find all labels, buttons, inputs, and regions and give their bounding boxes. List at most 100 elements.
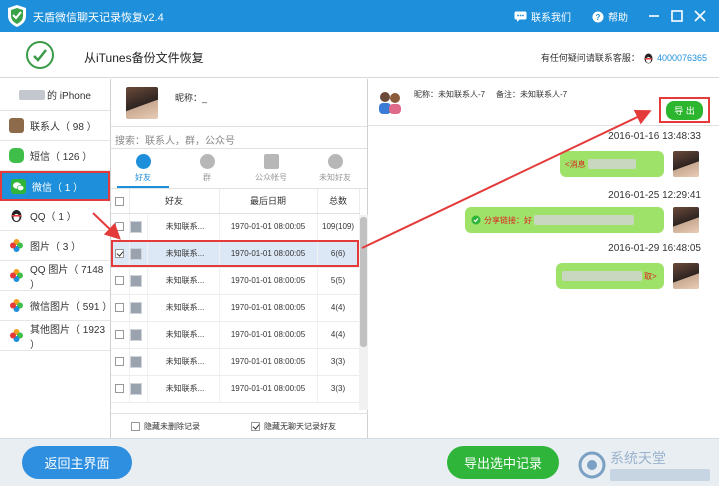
contact-avatar [129,274,142,287]
sidebar-item-photos[interactable]: 图片（ 3 ） [0,231,110,261]
table-row[interactable]: 未知联系... 1970-01-01 08:00:05 109(109) [111,213,360,241]
sidebar-item-qq-photos[interactable]: QQ 图片（ 7148 ） [0,261,110,291]
photos-icon [10,239,23,252]
support-info: 有任何疑问请联系客服： 4000076365 [541,51,707,64]
table-row[interactable]: 未知联系... 1970-01-01 08:00:05 4(4) [111,321,360,349]
message-timestamp: 2016-01-16 13:48:33 [608,131,701,142]
redacted-content [587,159,636,169]
select-all-checkbox[interactable] [115,196,125,206]
row-checkbox[interactable] [115,249,125,259]
tab-unknown-friends[interactable]: 未知好友 [303,149,367,188]
sidebar-item-wechat-photos[interactable]: 微信图片（ 591 ） [0,291,112,321]
export-selected-button[interactable]: 导出选中记录 [447,446,559,479]
person-icon [135,154,151,169]
row-checkbox[interactable] [115,222,125,232]
sidebar-item-other-photos[interactable]: 其他图片（ 1923 ） [0,321,110,351]
contact-date: 1970-01-01 08:00:05 [219,294,318,322]
sender-avatar [673,263,699,289]
back-to-main-button[interactable]: 返回主界面 [22,446,132,479]
shield-logo-icon [8,5,26,27]
hide-empty-checkbox[interactable] [251,421,260,431]
chat-contact-nickname: 昵称：未知联系人-7 [414,90,486,99]
contact-us-label: 联系我们 [531,13,571,24]
hide-deleted-toggle[interactable]: 隐藏未删除记录 [131,421,200,432]
contact-count: 3(3) [317,348,360,376]
app-title: 天盾微信聊天记录恢复v2.4 [33,12,164,24]
contact-tabs: 好友 群 公众帐号 未知好友 [111,149,367,189]
contact-count: 4(4) [317,294,360,322]
col-last-date: 最后日期 [219,189,318,214]
col-friend: 好友 [129,189,220,214]
hide-deleted-checkbox[interactable] [131,421,140,431]
sms-icon [9,148,24,163]
minimize-icon[interactable] [645,6,663,26]
help-button[interactable]: ? 帮助 [592,9,628,24]
title-bar: 天盾微信聊天记录恢复v2.4 联系我们 ? 帮助 [0,0,719,32]
contact-date: 1970-01-01 08:00:05 [219,375,318,403]
support-text: 有任何疑问请联系客服： [540,53,640,63]
col-total: 总数 [317,189,360,214]
sidebar-item-contacts[interactable]: 联系人（ 98 ） [0,111,110,141]
qq-photos-icon [10,269,23,282]
device-name-redacted [19,89,46,100]
account-profile: 昵称：_ [111,79,367,127]
chat-header: 昵称：未知联系人-7 备注：未知联系人-7 导 出 [368,79,719,126]
page-title: 从iTunes备份文件恢复 [84,51,204,65]
contact-date: 1970-01-01 08:00:05 [219,348,318,376]
export-button[interactable]: 导 出 [659,97,710,123]
contact-avatar [129,382,142,395]
table-row[interactable]: 未知联系... 1970-01-01 08:00:05 4(4) [111,294,360,322]
table-row[interactable]: 未知联系... 1970-01-01 08:00:05 3(3) [111,348,360,376]
watermark-logo: 系统天堂 [578,451,710,481]
message-bubble: 取> [556,263,664,289]
message-bubble-link[interactable]: 分享链接：好 [465,207,664,233]
row-checkbox[interactable] [115,357,125,367]
chat-contact-note: 备注：未知联系人-7 [496,90,568,99]
contact-count: 4(4) [317,321,360,349]
message-timestamp: 2016-01-25 12:29:41 [608,190,701,201]
row-checkbox[interactable] [115,384,125,394]
contact-list-panel: 昵称：_ 搜索：联系人，群，公众号 好友 群 公众帐号 未知好友 好友 最后日期… [111,79,368,438]
contact-avatar [129,328,142,341]
sender-avatar [673,207,699,233]
row-checkbox[interactable] [115,303,125,313]
wechat-photos-icon [10,299,23,312]
scrollbar-thumb[interactable] [360,217,367,347]
account-nickname: 昵称：_ [175,93,208,103]
contact-date: 1970-01-01 08:00:05 [219,240,318,268]
svg-text:?: ? [596,13,601,22]
table-row-selected[interactable]: 未知联系... 1970-01-01 08:00:05 6(6) [111,240,360,268]
contact-date: 1970-01-01 08:00:05 [219,267,318,295]
sidebar-item-sms[interactable]: 短信（ 126 ） [0,141,110,171]
tab-groups[interactable]: 群 [175,149,239,188]
help-icon: ? [592,11,604,22]
contact-us-button[interactable]: 联系我们 [514,9,571,24]
maximize-icon[interactable] [668,6,686,26]
search-input[interactable]: 搜索：联系人，群，公众号 [111,127,367,149]
bottom-bar: 返回主界面 导出选中记录 系统天堂 [0,438,719,486]
other-photos-icon [10,329,23,342]
row-checkbox[interactable] [115,330,125,340]
qq-penguin-icon [644,53,653,63]
sidebar-item-wechat[interactable]: 微信（ 1 ） [0,171,110,201]
redacted-content [534,215,634,225]
hide-empty-toggle[interactable]: 隐藏无聊天记录好友 [251,421,336,432]
tab-friends[interactable]: 好友 [111,149,175,188]
message-bubble: <消息 [560,151,664,177]
account-avatar [126,87,158,119]
table-row[interactable]: 未知联系... 1970-01-01 08:00:05 5(5) [111,267,360,295]
chat-bubble-icon [514,11,527,22]
tab-official-accounts[interactable]: 公众帐号 [239,149,303,188]
row-checkbox[interactable] [115,276,125,286]
sidebar-item-qq[interactable]: QQ（ 1 ） [0,201,110,231]
contacts-scrollbar[interactable] [359,215,368,410]
close-icon[interactable] [691,6,709,26]
support-qq-link[interactable]: 4000076365 [657,53,707,63]
sidebar: 的 iPhone 联系人（ 98 ） 短信（ 126 ） 微信（ 1 ） QQ（… [0,79,112,438]
table-row[interactable]: 未知联系... 1970-01-01 08:00:05 3(3) [111,375,360,403]
help-label: 帮助 [608,13,628,24]
redacted-content [562,271,642,281]
contact-name: 未知联系... [147,321,220,349]
official-account-icon [263,154,279,169]
couple-avatar-icon [379,92,401,114]
